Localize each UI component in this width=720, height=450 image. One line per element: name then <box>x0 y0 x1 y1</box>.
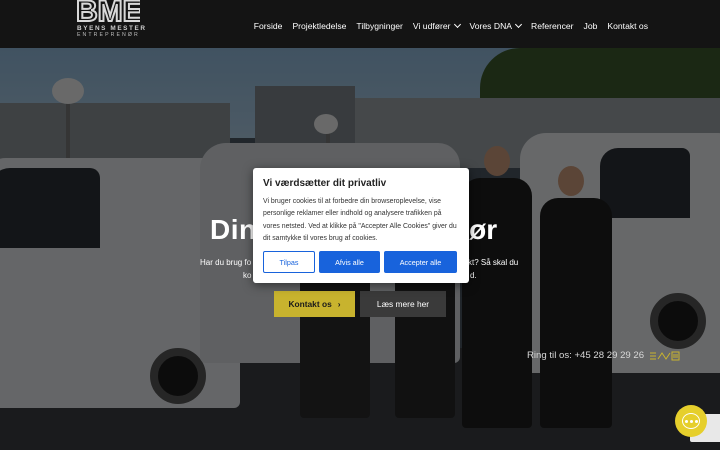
nav-label: Job <box>583 21 598 31</box>
nav-item-vores-dna[interactable]: Vores DNA <box>469 20 523 31</box>
van-icon <box>650 351 680 360</box>
nav-item-kontakt-os[interactable]: Kontakt os <box>607 21 648 31</box>
nav-item-projektledelse[interactable]: Projektledelse <box>292 21 346 31</box>
chevron-right-icon: › <box>337 299 341 309</box>
hero-subtitle2-right: d. <box>470 271 477 280</box>
logo-mark: BME <box>76 0 140 24</box>
cookie-title: Vi værdsætter dit privatliv <box>263 178 387 189</box>
cookie-reject-all-button[interactable]: Afvis alle <box>319 251 380 273</box>
hero-subtitle2-left: ko <box>243 271 252 280</box>
nav-label: Vores DNA <box>469 21 513 31</box>
nav-label: Kontakt os <box>607 21 648 31</box>
chat-bubble-icon <box>682 413 700 429</box>
nav-label: Projektledelse <box>292 21 347 31</box>
main-nav: Forside Projektledelse Tilbygninger Vi u… <box>254 20 648 31</box>
nav-item-referencer[interactable]: Referencer <box>531 21 574 31</box>
chevron-down-icon <box>514 20 523 29</box>
phone-cta[interactable]: Ring til os: +45 28 29 29 26 <box>527 350 680 361</box>
logo-letters: BME <box>76 0 140 24</box>
cookie-customize-button[interactable]: Tilpas <box>263 251 315 273</box>
contact-button[interactable]: Kontakt os › <box>274 291 355 317</box>
nav-item-forside[interactable]: Forside <box>254 21 283 31</box>
nav-item-job[interactable]: Job <box>584 21 598 31</box>
cookie-description: Vi bruger cookies til at forbedre din br… <box>263 198 457 242</box>
logo-line1: BYENS MESTER <box>77 25 147 32</box>
hero-subtitle-left: Har du brug fo <box>200 258 252 267</box>
logo[interactable]: BME BYENS MESTER ENTREPRENØR <box>76 0 145 40</box>
chat-button[interactable] <box>675 405 707 437</box>
hero-subtitle-right: kt? Så skal du <box>468 258 519 267</box>
cookie-consent-dialog: Vi værdsætter dit privatliv Vi bruger co… <box>253 168 469 283</box>
read-more-label: Læs mere her <box>376 299 430 309</box>
read-more-button[interactable]: Læs mere her <box>360 291 446 317</box>
chevron-down-icon <box>453 20 461 29</box>
phone-text: Ring til os: +45 28 29 29 26 <box>527 350 645 361</box>
nav-item-tilbygninger[interactable]: Tilbygninger <box>356 21 403 31</box>
site-header: BME BYENS MESTER ENTREPRENØR Forside Pro… <box>0 0 720 48</box>
nav-label: Forside <box>253 21 283 31</box>
contact-button-label: Kontakt os <box>288 299 332 309</box>
cookie-accept-all-button[interactable]: Accepter alle <box>384 251 457 273</box>
nav-label: Referencer <box>531 21 574 31</box>
nav-label: Tilbygninger <box>356 21 403 31</box>
nav-item-vi-udforer[interactable]: Vi udfører <box>412 20 461 31</box>
nav-label: Vi udfører <box>412 21 451 31</box>
hero-title-start: Din <box>210 214 257 245</box>
logo-line2: ENTREPRENØR <box>77 32 140 38</box>
